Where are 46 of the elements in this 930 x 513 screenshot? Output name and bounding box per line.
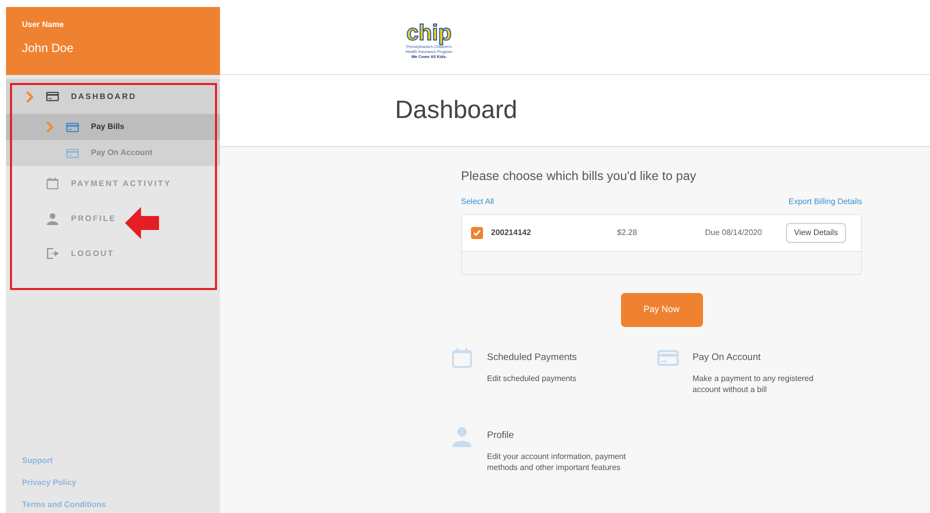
tile-title[interactable]: Scheduled Payments: [487, 350, 627, 365]
bill-checkbox[interactable]: [471, 226, 483, 239]
bills-heading: Please choose which bills you'd like to pay: [461, 168, 698, 185]
footer-link[interactable]: Support: [22, 455, 204, 467]
account-number: 200214142: [491, 226, 532, 239]
arrow-icon: [124, 205, 160, 241]
footer-link[interactable]: Privacy Policy: [22, 477, 204, 489]
footer-link[interactable]: Terms and Conditions: [22, 499, 204, 511]
logo-mark: chip: [406, 22, 452, 44]
user-icon: [46, 212, 59, 225]
tile-description: Edit scheduled payments: [487, 373, 578, 384]
nav-label: PROFILE: [71, 212, 116, 224]
tile-description: Make a payment to any registered account without a bill: [692, 373, 814, 395]
card-icon: [66, 146, 79, 160]
card-icon: [46, 90, 59, 103]
nav-label: DASHBOARD: [71, 90, 136, 102]
user-label: User Name: [22, 19, 65, 31]
due-date: Due 08/14/2020: [705, 226, 763, 239]
nav-label: PAYMENT ACTIVITY: [71, 178, 172, 190]
nav-item[interactable]: PROFILE: [6, 201, 220, 236]
tile-title[interactable]: Profile: [487, 429, 627, 444]
tile-description: Edit your account information, payment methods and other important features: [487, 451, 627, 474]
user-icon: [451, 425, 473, 447]
nav-subitem[interactable]: Pay On Account: [6, 140, 220, 166]
select-all-link[interactable]: Select All: [461, 196, 494, 208]
card-icon: [66, 120, 79, 134]
page-title: Dashboard: [395, 94, 518, 126]
nav-item[interactable]: PAYMENT ACTIVITY: [6, 166, 220, 201]
calendar-icon: [451, 346, 473, 369]
chevron-icon: [46, 121, 54, 133]
nav-label: LOGOUT: [71, 248, 114, 260]
check-icon: [473, 228, 481, 237]
user-name: John Doe: [22, 40, 74, 57]
export-link[interactable]: Export Billing Details: [788, 196, 862, 208]
nav-item[interactable]: LOGOUT: [6, 236, 220, 271]
view-details-button[interactable]: View Details: [786, 222, 846, 243]
tile-title[interactable]: Pay On Account: [692, 350, 832, 365]
logout-icon: [46, 247, 59, 260]
bill-amount: $2.28: [617, 226, 638, 239]
nav-sublabel: Pay On Account: [91, 147, 152, 159]
nav-item[interactable]: DASHBOARD: [6, 79, 220, 114]
pay-now-button[interactable]: Pay Now: [620, 292, 702, 327]
nav-subitem[interactable]: Pay Bills: [6, 114, 220, 140]
calendar-icon: [46, 177, 59, 190]
nav-sublabel: Pay Bills: [91, 121, 124, 133]
chevron-icon: [26, 90, 34, 102]
